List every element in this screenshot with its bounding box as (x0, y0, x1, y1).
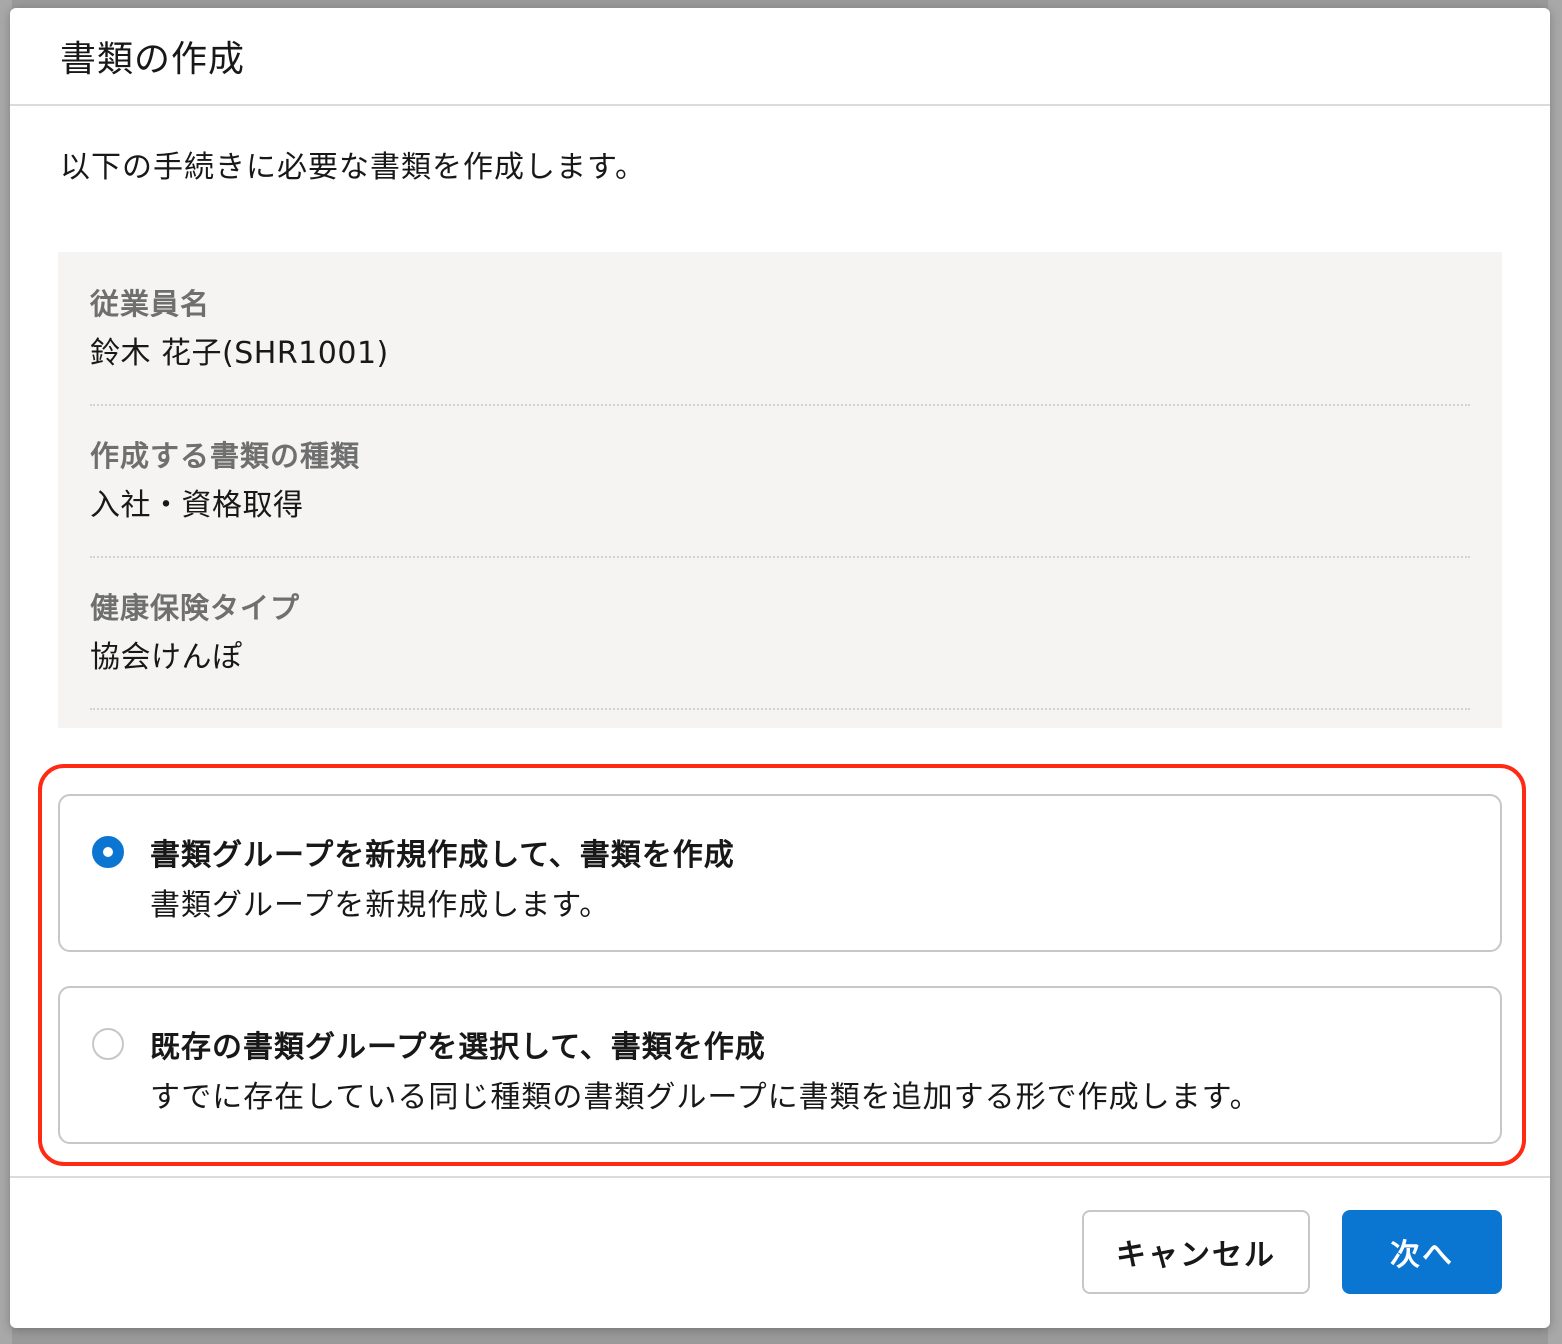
background-page-right (1548, 0, 1562, 1344)
cancel-button[interactable]: キャンセル (1082, 1210, 1310, 1294)
dialog-title: 書類の作成 (60, 39, 246, 80)
employee-label: 従業員名 (90, 287, 211, 321)
create-document-dialog: 書類の作成 以下の手続きに必要な書類を作成します。 従業員名 鈴木 花子(SHR… (10, 8, 1550, 1328)
document-type-field: 作成する書類の種類 入社・資格取得 (90, 434, 1470, 558)
document-type-value: 入社・資格取得 (90, 488, 304, 523)
intro-text: 以下の手続きに必要な書類を作成します。 (60, 150, 646, 185)
option-new-group-title: 書類グループを新規作成して、書類を作成 (150, 838, 735, 873)
radio-existing-group[interactable] (92, 1028, 124, 1060)
radio-new-group[interactable] (92, 836, 124, 868)
insurance-type-label: 健康保険タイプ (90, 591, 301, 625)
option-existing-group[interactable]: 既存の書類グループを選択して、書類を作成 すでに存在している同じ種類の書類グルー… (58, 986, 1502, 1144)
option-new-group-description: 書類グループを新規作成します。 (150, 888, 611, 923)
employee-value: 鈴木 花子(SHR1001) (90, 336, 389, 371)
dialog-header: 書類の作成 (10, 8, 1550, 106)
option-new-group[interactable]: 書類グループを新規作成して、書類を作成 書類グループを新規作成します。 (58, 794, 1502, 952)
option-existing-group-description: すでに存在している同じ種類の書類グループに書類を追加する形で作成します。 (150, 1080, 1261, 1115)
dialog-footer: キャンセル 次へ (10, 1178, 1550, 1328)
employee-field: 従業員名 鈴木 花子(SHR1001) (90, 282, 1470, 406)
summary-panel: 従業員名 鈴木 花子(SHR1001) 作成する書類の種類 入社・資格取得 健康… (58, 252, 1502, 728)
document-type-label: 作成する書類の種類 (90, 439, 361, 473)
insurance-type-field: 健康保険タイプ 協会けんぽ (90, 586, 1470, 710)
insurance-type-value: 協会けんぽ (90, 640, 243, 675)
option-existing-group-title: 既存の書類グループを選択して、書類を作成 (150, 1030, 766, 1065)
dialog-body: 以下の手続きに必要な書類を作成します。 従業員名 鈴木 花子(SHR1001) … (10, 106, 1550, 1178)
next-button[interactable]: 次へ (1342, 1210, 1502, 1294)
